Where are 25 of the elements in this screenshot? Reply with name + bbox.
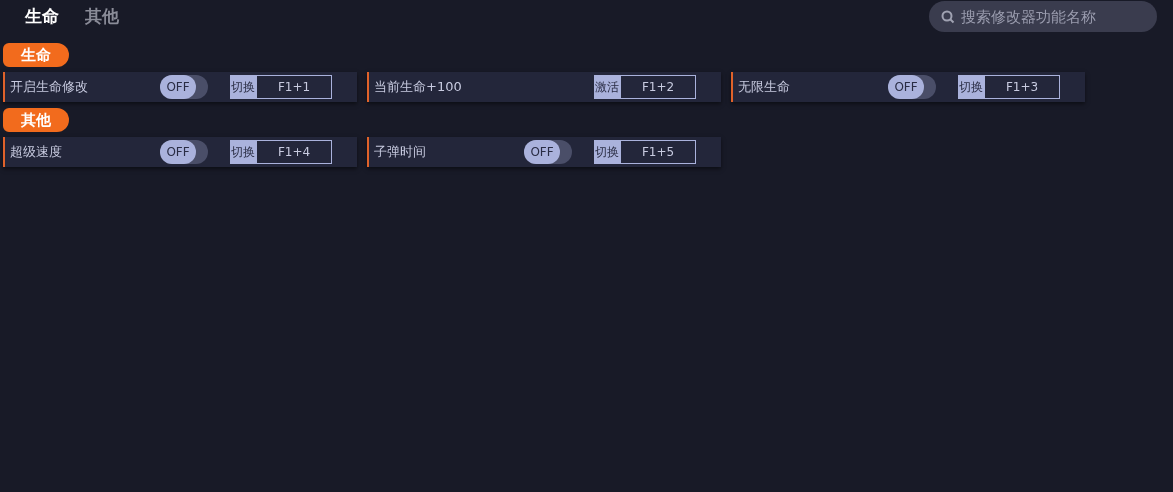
- cheat-name: 当前生命+100: [374, 78, 463, 97]
- action-label: 切换: [230, 140, 256, 164]
- toggle-switch[interactable]: OFF: [160, 75, 208, 99]
- section-badge: 生命: [3, 43, 69, 67]
- cheat-name: 开启生命修改: [10, 78, 89, 97]
- action-label: 切换: [594, 140, 620, 164]
- search-icon: [941, 10, 955, 24]
- cheat-name: 子弹时间: [374, 143, 427, 162]
- hotkey-field[interactable]: F1+3: [984, 75, 1060, 99]
- hotkey-field[interactable]: F1+2: [620, 75, 696, 99]
- toggle-switch[interactable]: OFF: [160, 140, 208, 164]
- toggle-switch[interactable]: OFF: [888, 75, 936, 99]
- cheat-name: 无限生命: [738, 78, 791, 97]
- tab[interactable]: 其他: [77, 3, 127, 30]
- hotkey-field[interactable]: F1+1: [256, 75, 332, 99]
- action-label: 激活: [594, 75, 620, 99]
- toggle-switch[interactable]: OFF: [524, 140, 572, 164]
- action-label: 切换: [230, 75, 256, 99]
- cheat-name: 超级速度: [10, 143, 63, 162]
- tab[interactable]: 生命: [17, 3, 67, 30]
- hotkey-field[interactable]: F1+5: [620, 140, 696, 164]
- section-badge: 其他: [3, 108, 69, 132]
- action-label: 切换: [958, 75, 984, 99]
- search-field[interactable]: 搜索修改器功能名称: [929, 1, 1157, 32]
- hotkey-field[interactable]: F1+4: [256, 140, 332, 164]
